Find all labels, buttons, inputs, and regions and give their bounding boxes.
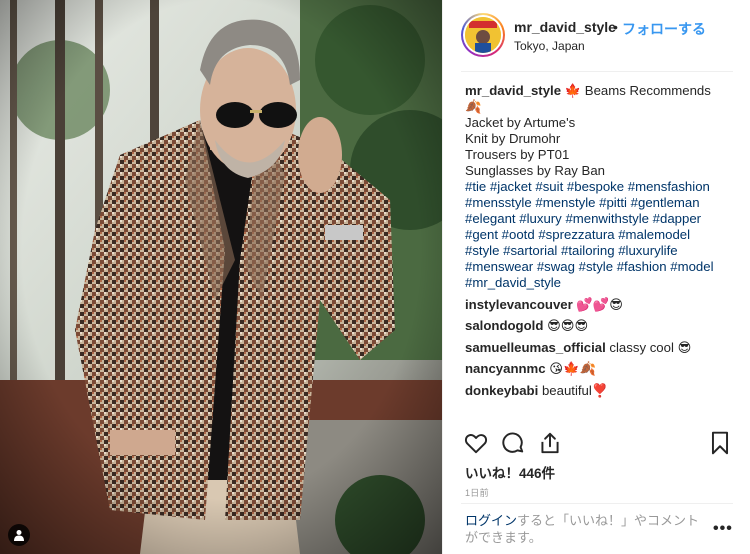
comment-username[interactable]: nancyannmc <box>465 361 546 376</box>
comment-username[interactable]: samuelleumas_official <box>465 340 606 355</box>
hashtag-line[interactable]: #tie #jacket #suit #bespoke #mensfashion <box>465 179 735 195</box>
comment-username[interactable]: instylevancouver <box>465 297 573 312</box>
comment-bubble-icon[interactable] <box>500 430 526 456</box>
comment-item: instylevancouver 💕💕😎 <box>465 297 735 313</box>
avatar-image <box>465 17 501 53</box>
hashtag-line[interactable]: #menswear #swag #style #fashion #model <box>465 259 735 275</box>
caption: mr_david_style 🍁 Beams Recommends 🍂 Jack… <box>465 83 735 291</box>
comment-text: 💕💕😎 <box>576 296 624 312</box>
share-icon[interactable] <box>537 430 563 456</box>
comment-item: nancyannmc 😘🍁🍂 <box>465 361 735 377</box>
heart-icon[interactable] <box>463 430 489 456</box>
post-photo[interactable] <box>0 0 442 554</box>
header-divider <box>461 71 733 72</box>
bookmark-icon[interactable] <box>707 430 733 456</box>
caption-line: Jacket by Artume's <box>465 115 576 130</box>
caption-username[interactable]: mr_david_style <box>465 83 561 98</box>
hashtag-line[interactable]: #mr_david_style <box>465 275 735 291</box>
photo-illustration <box>0 0 442 554</box>
more-options-icon[interactable]: ••• <box>713 520 733 538</box>
comment-text: beautiful❣️ <box>541 382 609 398</box>
comment-item: samuelleumas_official classy cool 😎 <box>465 340 735 356</box>
hashtag-line[interactable]: #gent #ootd #sprezzatura #malemodel <box>465 227 735 243</box>
follow-separator: • <box>613 19 618 35</box>
avatar[interactable] <box>461 13 505 57</box>
comment-text: classy cool 😎 <box>609 339 692 355</box>
comments-section: mr_david_style 🍁 Beams Recommends 🍂 Jack… <box>465 83 735 399</box>
caption-first-line: 🍁 Beams Recommends <box>561 83 711 98</box>
caption-line: 🍂 <box>465 99 482 114</box>
follow-button[interactable]: フォローする <box>622 19 706 39</box>
user-tag-icon[interactable] <box>8 524 30 546</box>
post-username[interactable]: mr_david_style <box>514 19 616 35</box>
caption-line: Knit by Drumohr <box>465 131 561 146</box>
post-actions <box>463 430 733 456</box>
post-header: mr_david_style • フォローする Tokyo, Japan <box>443 0 750 70</box>
hashtag-line[interactable]: #style #sartorial #tailoring #luxurylife <box>465 243 735 259</box>
login-link[interactable]: ログイン <box>465 513 517 528</box>
likes-count[interactable]: いいね！446件 <box>465 462 555 482</box>
comment-divider <box>461 503 733 504</box>
comment-text: 😘🍁🍂 <box>549 361 596 376</box>
hashtag-line[interactable]: #elegant #luxury #menwithstyle #dapper <box>465 211 735 227</box>
comment-text: 😎😎😎 <box>547 318 589 333</box>
post-location[interactable]: Tokyo, Japan <box>514 39 585 53</box>
comment-username[interactable]: salondogold <box>465 318 543 333</box>
post-side-panel: mr_david_style • フォローする Tokyo, Japan mr_… <box>442 0 750 554</box>
login-prompt: ログインすると「いいね！」やコメントができます。 <box>465 512 705 546</box>
comment-item: salondogold 😎😎😎 <box>465 318 735 334</box>
comment-username[interactable]: donkeybabi <box>465 383 538 398</box>
post-timestamp[interactable]: 1日前 <box>465 486 489 499</box>
caption-line: Trousers by PT01 <box>465 147 570 162</box>
hashtag-line[interactable]: #mensstyle #menstyle #pitti #gentleman <box>465 195 735 211</box>
comment-item: donkeybabi beautiful❣️ <box>465 383 735 399</box>
caption-line: Sunglasses by Ray Ban <box>465 163 606 178</box>
